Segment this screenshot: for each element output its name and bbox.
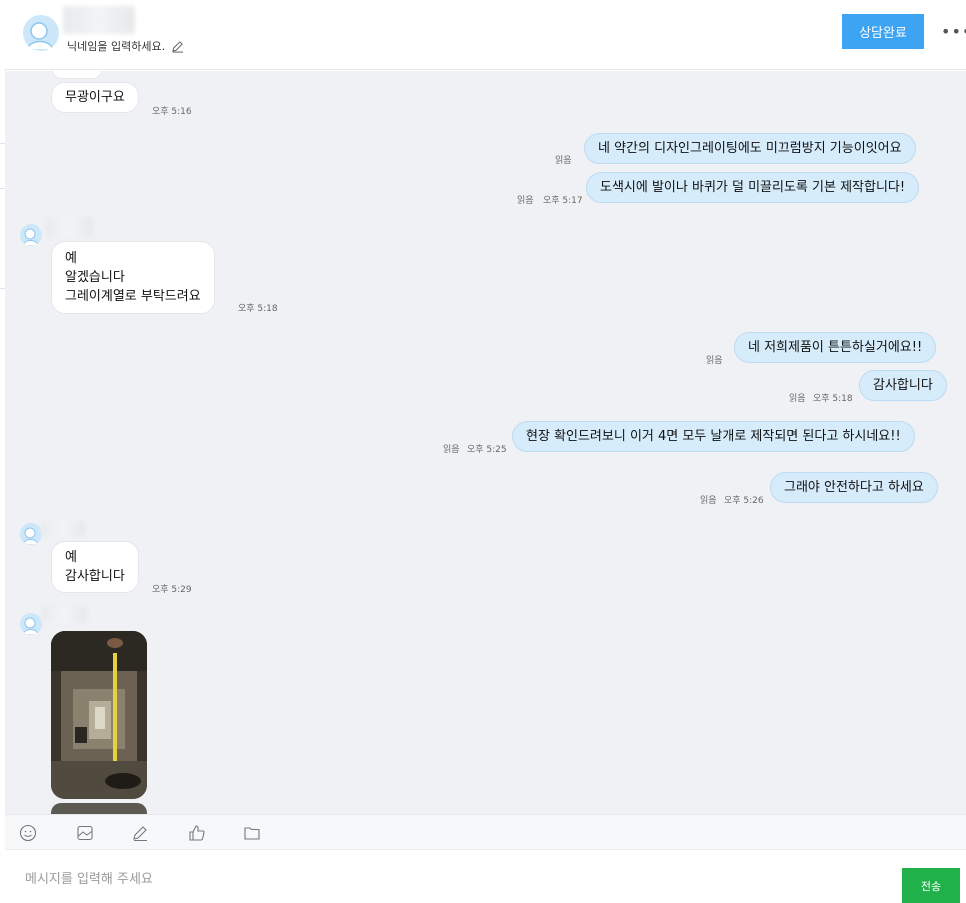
user-icon	[20, 224, 42, 246]
message-bubble: 네 약간의 디자인그레이팅에도 미끄럼방지 기능이잇어요	[584, 133, 916, 164]
message-time: 오후 5:29	[152, 585, 192, 595]
contact-avatar[interactable]	[20, 224, 42, 246]
message-bubble: 감사합니다	[859, 370, 947, 401]
chat-messages[interactable]: 무광이구요 오후 5:16 읽음 네 약간의 디자인그레이팅에도 미끄럼방지 기…	[5, 71, 966, 814]
read-receipt: 읽음	[555, 156, 572, 166]
more-options-icon[interactable]: •••	[941, 22, 966, 41]
room-photo-image	[51, 631, 147, 799]
sender-name-blurred	[45, 217, 93, 237]
photo-message-partial[interactable]	[51, 803, 147, 814]
read-receipt: 읽음	[700, 496, 717, 506]
contact-avatar[interactable]	[23, 15, 59, 51]
message-bubble: 현장 확인드려보니 이거 4면 모두 날개로 제작되면 된다고 하시네요!!	[512, 421, 915, 452]
message-time: 오후 5:25	[467, 445, 507, 455]
message-bubble: 예 알겠습니다 그레이계열로 부탁드려요	[51, 241, 215, 314]
message-time: 오후 5:16	[152, 107, 192, 117]
read-receipt: 읽음	[789, 394, 806, 404]
message-time: 오후 5:18	[813, 394, 853, 404]
user-icon	[20, 613, 42, 635]
folder-icon[interactable]	[242, 823, 262, 843]
user-icon	[23, 15, 59, 51]
contact-name-blurred	[63, 6, 135, 34]
message-time: 오후 5:17	[543, 196, 583, 206]
read-receipt: 읽음	[517, 196, 534, 206]
send-button[interactable]: 전송	[902, 868, 960, 903]
message-time: 오후 5:18	[238, 304, 278, 314]
image-icon[interactable]	[75, 823, 95, 843]
compose-area[interactable]: 메시지를 입력해 주세요	[5, 850, 966, 903]
pen-icon[interactable]	[130, 823, 150, 843]
pencil-icon[interactable]	[171, 40, 184, 53]
message-bubble: 예 감사합니다	[51, 541, 139, 593]
sender-name-blurred	[41, 606, 87, 622]
message-bubble: 네 저희제품이 튼튼하실거에요!!	[734, 332, 937, 363]
compose-toolbar	[5, 814, 966, 850]
sender-name-blurred	[41, 521, 85, 537]
message-bubble: 무광이구요	[51, 82, 139, 113]
consultation-complete-button[interactable]: 상담완료	[842, 14, 924, 49]
message-input[interactable]: 메시지를 입력해 주세요	[25, 868, 153, 887]
message-bubble-partial	[51, 71, 103, 79]
thumbs-up-icon[interactable]	[187, 823, 207, 843]
nickname-field[interactable]: 닉네임을 입력하세요.	[67, 38, 184, 54]
message-bubble: 그래야 안전하다고 하세요	[770, 472, 938, 503]
emoji-icon[interactable]	[18, 823, 38, 843]
photo-message[interactable]	[51, 631, 147, 799]
message-time: 오후 5:26	[724, 496, 764, 506]
contact-avatar[interactable]	[20, 613, 42, 635]
message-bubble: 도색시에 발이나 바퀴가 덜 미끌리도록 기본 제작합니다!	[586, 172, 920, 203]
chat-header: 닉네임을 입력하세요. 상담완료 •••	[5, 0, 966, 70]
nickname-placeholder: 닉네임을 입력하세요.	[67, 40, 166, 53]
read-receipt: 읽음	[443, 445, 460, 455]
contact-avatar[interactable]	[20, 523, 42, 545]
user-icon	[20, 523, 42, 545]
read-receipt: 읽음	[706, 356, 723, 366]
